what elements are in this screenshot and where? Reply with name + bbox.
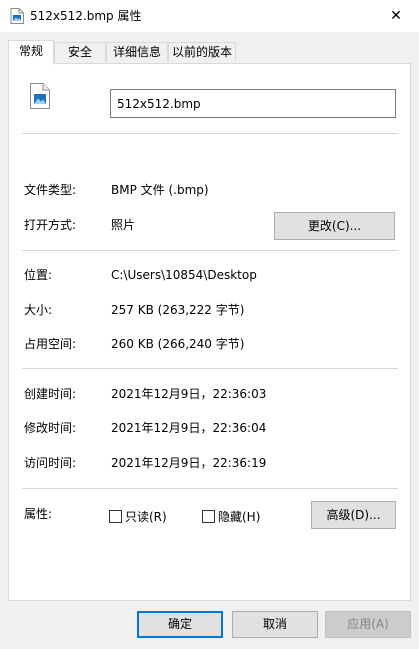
readonly-checkbox-label: 只读(R) xyxy=(125,510,167,524)
tab-general[interactable]: 常规 xyxy=(8,40,54,65)
image-file-icon xyxy=(30,83,50,109)
readonly-checkbox[interactable]: 只读(R) xyxy=(109,508,167,525)
attributes-label: 属性: xyxy=(24,507,53,521)
accessed-label: 访问时间: xyxy=(24,456,77,470)
hidden-checkbox-box[interactable] xyxy=(202,510,215,523)
modified-value: 2021年12月9日，22:36:04 xyxy=(111,421,267,435)
file-name-input[interactable] xyxy=(110,89,396,118)
close-icon: ✕ xyxy=(390,8,402,24)
modified-label: 修改时间: xyxy=(24,421,77,435)
ok-button[interactable]: 确定 xyxy=(137,611,223,638)
location-value: C:\Users\10854\Desktop xyxy=(111,268,257,282)
separator xyxy=(22,133,398,134)
size-on-disk-label: 占用空间: xyxy=(24,337,77,351)
readonly-checkbox-box[interactable] xyxy=(109,510,122,523)
tab-details[interactable]: 详细信息 xyxy=(106,42,168,62)
file-type-value: BMP 文件 (.bmp) xyxy=(111,183,209,197)
title-bar: 512x512.bmp 属性 ✕ xyxy=(0,0,419,32)
accessed-value: 2021年12月9日，22:36:19 xyxy=(111,456,267,470)
hidden-checkbox-label: 隐藏(H) xyxy=(218,510,261,524)
file-type-label: 文件类型: xyxy=(24,183,77,197)
hidden-checkbox[interactable]: 隐藏(H) xyxy=(202,508,260,525)
advanced-button[interactable]: 高级(D)... xyxy=(311,501,396,529)
cancel-button[interactable]: 取消 xyxy=(232,611,318,638)
tab-previous-versions[interactable]: 以前的版本 xyxy=(168,42,236,62)
opens-with-label: 打开方式: xyxy=(24,218,77,232)
opens-with-value: 照片 xyxy=(111,218,136,232)
tab-security[interactable]: 安全 xyxy=(54,42,106,62)
location-label: 位置: xyxy=(24,268,53,282)
size-label: 大小: xyxy=(24,303,53,317)
created-label: 创建时间: xyxy=(24,387,77,401)
size-value: 257 KB (263,222 字节) xyxy=(111,303,245,317)
separator xyxy=(22,250,398,251)
image-file-icon xyxy=(10,8,24,24)
size-on-disk-value: 260 KB (266,240 字节) xyxy=(111,337,245,351)
apply-button[interactable]: 应用(A) xyxy=(325,611,411,638)
window-title: 512x512.bmp 属性 xyxy=(30,9,142,23)
dialog-client: 常规 安全 详细信息 以前的版本 文件类型: BMP 文件 (.bmp) 打开方… xyxy=(0,32,419,649)
close-button[interactable]: ✕ xyxy=(373,0,419,32)
general-panel: 文件类型: BMP 文件 (.bmp) 打开方式: 照片 更改(C)... 位置… xyxy=(8,63,411,601)
separator xyxy=(22,368,398,369)
separator xyxy=(22,488,398,489)
created-value: 2021年12月9日，22:36:03 xyxy=(111,387,267,401)
change-button[interactable]: 更改(C)... xyxy=(274,212,395,240)
